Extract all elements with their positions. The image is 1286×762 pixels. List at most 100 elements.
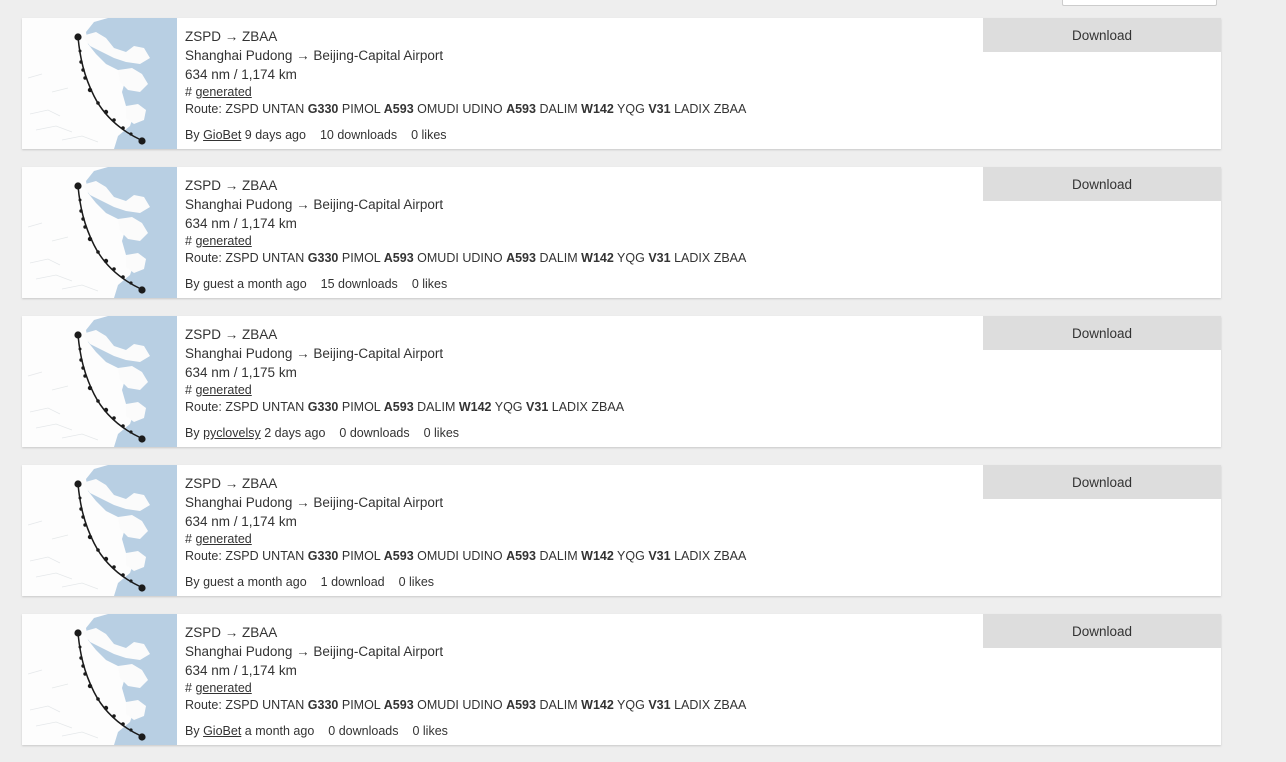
distance: 634 nm / 1,174 km xyxy=(185,663,297,678)
card-inner: ZSPD → ZBAA Shanghai Pudong → Beijing-Ca… xyxy=(22,465,1221,596)
by-label: By xyxy=(185,426,200,440)
tag-link[interactable]: generated xyxy=(195,681,251,695)
airway-token: V31 xyxy=(648,102,671,116)
hash-symbol: # xyxy=(185,681,192,695)
waypoint-token: UDINO xyxy=(462,698,503,712)
waypoint-token: UNTAN xyxy=(262,400,305,414)
waypoint-token: OMUDI xyxy=(417,549,459,563)
download-button[interactable]: Download xyxy=(983,614,1221,648)
airway-token: G330 xyxy=(307,251,339,265)
tag-link[interactable]: generated xyxy=(195,85,251,99)
download-button[interactable]: Download xyxy=(983,167,1221,201)
age-text: 9 days ago xyxy=(244,128,306,142)
author-name: guest xyxy=(203,277,234,291)
route-map-image xyxy=(22,465,177,596)
airway-token: A593 xyxy=(383,698,414,712)
route-map-thumbnail[interactable] xyxy=(22,316,177,447)
distance: 634 nm / 1,174 km xyxy=(185,514,297,529)
download-count: 10 downloads xyxy=(319,128,398,142)
waypoint-token: OMUDI xyxy=(417,102,459,116)
route-map-image xyxy=(22,18,177,149)
distance: 634 nm / 1,174 km xyxy=(185,67,297,82)
flight-plan-card[interactable]: ZSPD → ZBAA Shanghai Pudong → Beijing-Ca… xyxy=(22,18,1221,149)
tag-row: # generated xyxy=(185,531,1221,548)
like-count: 0 likes xyxy=(411,277,448,291)
route-map-thumbnail[interactable] xyxy=(22,614,177,745)
airway-token: V31 xyxy=(648,549,671,563)
author-link[interactable]: GioBet xyxy=(203,128,241,142)
waypoint-token: UNTAN xyxy=(262,549,305,563)
route-label: Route: xyxy=(185,102,222,116)
waypoint-token: PIMOL xyxy=(341,102,381,116)
route-string: Route: ZSPD UNTAN G330 PIMOL A593 OMUDI … xyxy=(185,697,1221,714)
like-count: 0 likes xyxy=(423,426,460,440)
waypoint-token: LADIX xyxy=(674,698,711,712)
author-name: guest xyxy=(203,575,234,589)
airway-token: W142 xyxy=(581,251,614,265)
waypoint-token: YQG xyxy=(617,698,645,712)
waypoint-token: UNTAN xyxy=(262,102,305,116)
flight-plan-card[interactable]: ZSPD → ZBAA Shanghai Pudong → Beijing-Ca… xyxy=(22,316,1221,447)
origin-marker xyxy=(74,629,82,637)
author-link[interactable]: pyclovelsy xyxy=(203,426,261,440)
meta-row: By GioBet 9 days ago 10 downloads 0 likes xyxy=(185,127,1221,144)
waypoint-token: LADIX xyxy=(674,251,711,265)
meta-row: By pyclovelsy 2 days ago 0 downloads 0 lik… xyxy=(185,425,1221,442)
tag-row: # generated xyxy=(185,382,1221,399)
by-label: By xyxy=(185,575,200,589)
destination-marker xyxy=(138,584,146,592)
flight-plan-card[interactable]: ZSPD → ZBAA Shanghai Pudong → Beijing-Ca… xyxy=(22,465,1221,596)
route-map-thumbnail[interactable] xyxy=(22,465,177,596)
airway-token: G330 xyxy=(307,698,339,712)
route-map-thumbnail[interactable] xyxy=(22,18,177,149)
meta-row: By guest a month ago 1 download 0 likes xyxy=(185,574,1221,591)
tag-link[interactable]: generated xyxy=(195,532,251,546)
airway-token: G330 xyxy=(307,549,339,563)
waypoint-token: ZBAA xyxy=(591,400,625,414)
waypoint-token: ZBAA xyxy=(713,102,747,116)
waypoint-token: LADIX xyxy=(551,400,588,414)
airway-token: W142 xyxy=(581,549,614,563)
waypoint-token: ZSPD xyxy=(225,549,259,563)
waypoint-token: ZBAA xyxy=(713,251,747,265)
like-count: 0 likes xyxy=(398,575,435,589)
card-inner: ZSPD → ZBAA Shanghai Pudong → Beijing-Ca… xyxy=(22,167,1221,298)
download-button[interactable]: Download xyxy=(983,316,1221,350)
tag-link[interactable]: generated xyxy=(195,234,251,248)
route-map-thumbnail[interactable] xyxy=(22,167,177,298)
waypoint-token: ZSPD xyxy=(225,400,259,414)
download-count: 0 downloads xyxy=(328,724,399,738)
tag-link[interactable]: generated xyxy=(195,383,251,397)
waypoint-token: ZSPD xyxy=(225,102,259,116)
flight-plan-card[interactable]: ZSPD → ZBAA Shanghai Pudong → Beijing-Ca… xyxy=(22,614,1221,745)
download-button[interactable]: Download xyxy=(983,465,1221,499)
waypoint-token: DALIM xyxy=(539,698,578,712)
author-link[interactable]: GioBet xyxy=(203,724,241,738)
airway-token: V31 xyxy=(526,400,549,414)
airway-token: G330 xyxy=(307,102,339,116)
flight-plan-list: ZSPD → ZBAA Shanghai Pudong → Beijing-Ca… xyxy=(0,0,1286,745)
destination-marker xyxy=(138,286,146,294)
waypoint-token: OMUDI xyxy=(417,698,459,712)
download-count: 1 download xyxy=(320,575,385,589)
meta-row: By GioBet a month ago 0 downloads 0 likes xyxy=(185,723,1221,740)
waypoint-token: PIMOL xyxy=(341,400,381,414)
by-label: By xyxy=(185,724,200,738)
waypoint-token: ZSPD xyxy=(225,698,259,712)
airway-token: G330 xyxy=(307,400,339,414)
airway-token: A593 xyxy=(383,400,414,414)
waypoint-token: UDINO xyxy=(462,549,503,563)
distance: 634 nm / 1,175 km xyxy=(185,365,297,380)
age-text: a month ago xyxy=(237,277,307,291)
airway-token: A593 xyxy=(506,698,536,712)
card-inner: ZSPD → ZBAA Shanghai Pudong → Beijing-Ca… xyxy=(22,18,1221,149)
route-string: Route: ZSPD UNTAN G330 PIMOL A593 OMUDI … xyxy=(185,548,1221,565)
tag-row: # generated xyxy=(185,233,1221,250)
flight-plan-card[interactable]: ZSPD → ZBAA Shanghai Pudong → Beijing-Ca… xyxy=(22,167,1221,298)
meta-row: By guest a month ago 15 downloads 0 likes xyxy=(185,276,1221,293)
download-button[interactable]: Download xyxy=(983,18,1221,52)
download-count: 15 downloads xyxy=(320,277,398,291)
hash-symbol: # xyxy=(185,234,192,248)
origin-marker xyxy=(74,480,82,488)
airway-token: A593 xyxy=(506,251,536,265)
